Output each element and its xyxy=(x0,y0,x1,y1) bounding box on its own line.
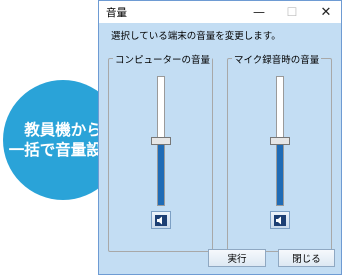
mic-volume-group: マイク録音時の音量 xyxy=(227,52,332,252)
maximize-button[interactable]: ☐ xyxy=(277,1,307,23)
computer-volume-group: コンピューターの音量 xyxy=(108,52,213,252)
speaker-icon xyxy=(274,211,286,230)
mic-volume-thumb[interactable] xyxy=(270,137,290,145)
computer-volume-thumb[interactable] xyxy=(151,137,171,145)
minimize-button[interactable]: — xyxy=(244,1,274,23)
computer-volume-fill xyxy=(158,141,164,205)
close-window-button[interactable]: ✕ xyxy=(311,1,341,23)
computer-mute-button[interactable] xyxy=(151,211,171,229)
mic-volume-fill xyxy=(277,141,283,205)
speaker-icon xyxy=(155,211,167,230)
run-button[interactable]: 実行 xyxy=(208,249,266,267)
mic-volume-label: マイク録音時の音量 xyxy=(232,52,322,66)
title-bar[interactable]: 音量 — ☐ ✕ xyxy=(99,1,341,23)
volume-dialog: 音量 — ☐ ✕ 選択している端末の音量を変更します。 コンピューターの音量 マ… xyxy=(98,0,342,275)
window-title: 音量 xyxy=(106,7,127,19)
description-text: 選択している端末の音量を変更します。 xyxy=(111,31,281,42)
close-button[interactable]: 閉じる xyxy=(278,249,335,267)
dialog-body: 選択している端末の音量を変更します。 コンピューターの音量 マイク録音時の音量 xyxy=(99,23,341,274)
computer-volume-label: コンピューターの音量 xyxy=(113,52,213,66)
promo-line-1: 教員機から xyxy=(24,121,102,139)
mic-mute-button[interactable] xyxy=(270,211,290,229)
